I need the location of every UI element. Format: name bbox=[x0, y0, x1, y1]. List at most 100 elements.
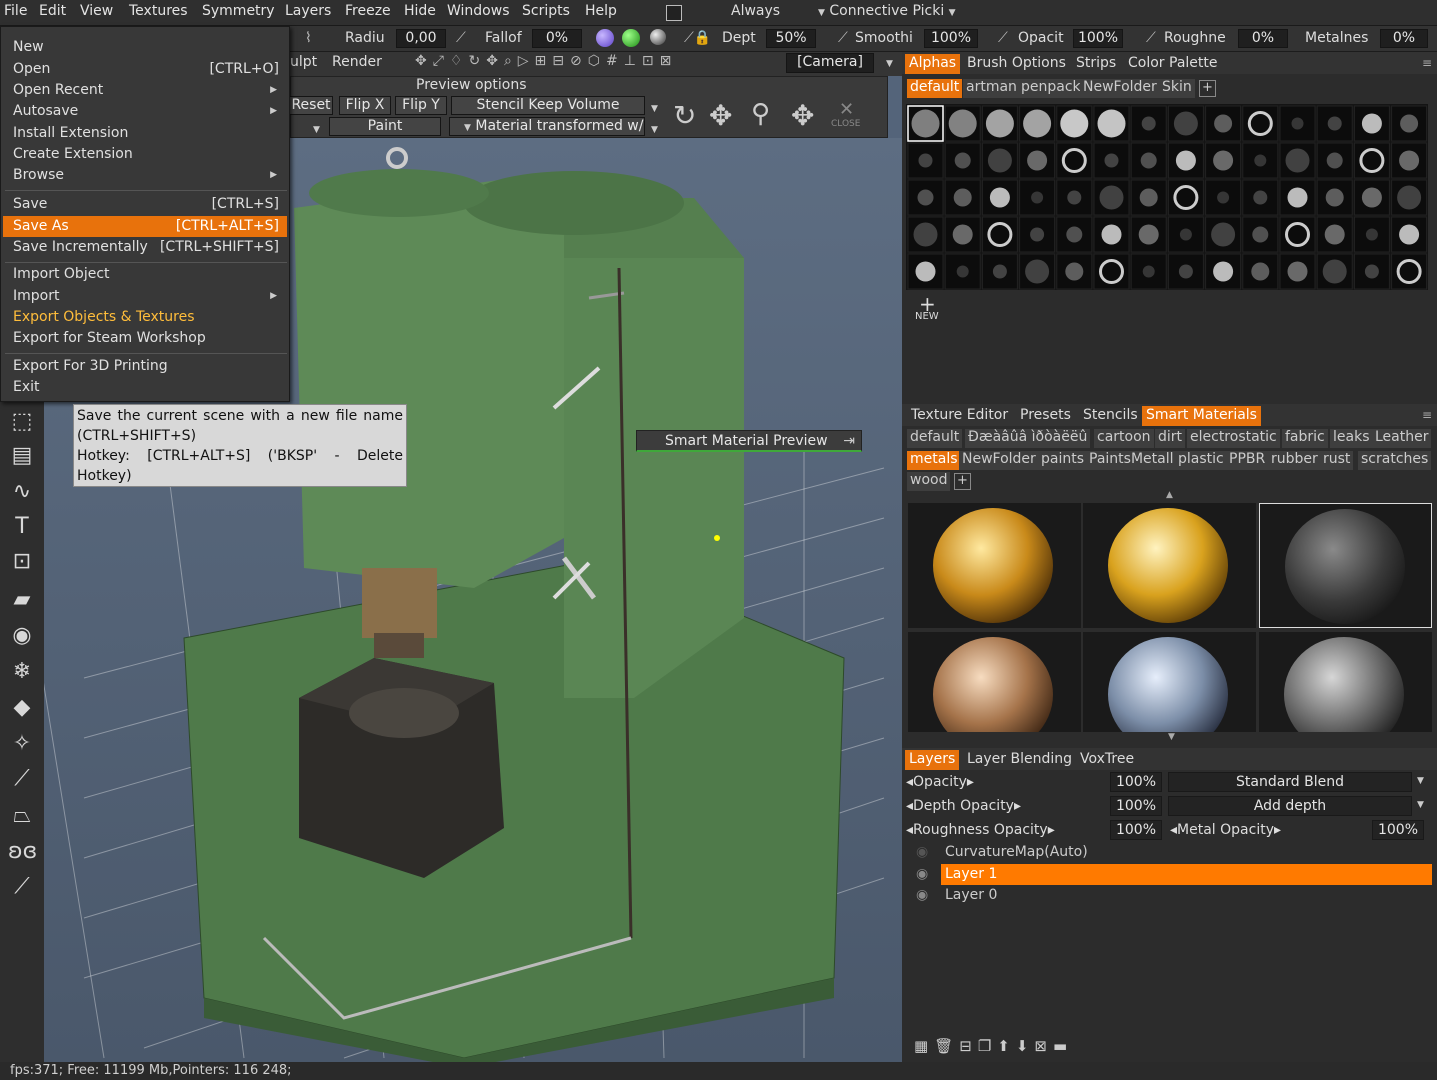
mat-folder-cartoon[interactable]: cartoon bbox=[1094, 429, 1154, 448]
move-down-icon[interactable]: ⬇ bbox=[1016, 1037, 1035, 1055]
menu-scripts[interactable]: Scripts bbox=[522, 3, 570, 19]
render-tab[interactable]: Render bbox=[332, 54, 382, 70]
gloss-sphere-icon[interactable] bbox=[650, 29, 666, 45]
delete-layer-icon[interactable]: 🗑 bbox=[934, 1037, 959, 1055]
camera-dropdown[interactable]: [Camera] bbox=[786, 53, 874, 73]
menu-item-new[interactable]: New bbox=[3, 37, 287, 58]
material-bronze[interactable] bbox=[908, 632, 1081, 732]
new-alpha-label[interactable]: NEW bbox=[915, 311, 939, 322]
connective-dropdown[interactable]: ▼ Connective Picki ▼ bbox=[818, 3, 956, 19]
close-label[interactable]: CLOSE bbox=[831, 119, 860, 129]
always-checkbox[interactable] bbox=[666, 5, 682, 21]
layer-item-layer0[interactable]: ◉ Layer 0 bbox=[906, 885, 1432, 906]
alpha-folder-newfolder[interactable]: NewFolder bbox=[1080, 79, 1160, 98]
bucket-tool-icon[interactable]: ◆ bbox=[8, 694, 36, 722]
magic-wand-icon[interactable]: ✧ bbox=[8, 730, 36, 758]
select-tool-icon[interactable]: ⬚ bbox=[8, 408, 36, 436]
layer-opacity-field[interactable]: 100% bbox=[1110, 772, 1162, 792]
menu-textures[interactable]: Textures bbox=[129, 3, 188, 19]
butterfly-tool-icon[interactable]: ʚɞ bbox=[8, 838, 37, 866]
smooth-field[interactable]: 100% bbox=[924, 29, 978, 48]
tab-presets[interactable]: Presets bbox=[1016, 406, 1075, 426]
transform-icons[interactable]: ✥⤢♢↻✥⌕▷⊞⊟⊘⬡#⊥⊡⊠ bbox=[415, 53, 677, 69]
eye-icon[interactable]: ◉ bbox=[916, 864, 928, 885]
falloff-field[interactable]: 0% bbox=[532, 29, 582, 48]
menu-symmetry[interactable]: Symmetry bbox=[202, 3, 275, 19]
scroll-up-icon[interactable]: ▲ bbox=[1166, 490, 1173, 500]
menu-item-export-steam[interactable]: Export for Steam Workshop bbox=[3, 328, 287, 349]
chevron-down-icon[interactable]: ▼ bbox=[886, 54, 893, 70]
depth-opacity-field[interactable]: 100% bbox=[1110, 796, 1162, 816]
menu-edit[interactable]: Edit bbox=[39, 3, 66, 19]
alpha-folder-penpack[interactable]: penpack bbox=[1018, 79, 1084, 98]
green-sphere-icon[interactable] bbox=[622, 29, 640, 47]
menu-help[interactable]: Help bbox=[585, 3, 617, 19]
menu-item-open[interactable]: Open [CTRL+O] bbox=[3, 59, 287, 80]
curve-tool-icon[interactable]: ∿ bbox=[8, 478, 36, 506]
pin-icon[interactable]: ⇥ bbox=[843, 431, 855, 451]
clear-layer-icon[interactable]: ⊠ bbox=[1034, 1037, 1053, 1055]
menu-item-autosave[interactable]: Autosave ▶ bbox=[3, 101, 287, 122]
mat-folder-wood[interactable]: wood bbox=[907, 472, 951, 491]
menu-icon[interactable]: ≡ bbox=[1418, 406, 1436, 426]
layer-item-curvature[interactable]: ◉ CurvatureMap(Auto) bbox=[906, 842, 1432, 863]
tab-smart-materials[interactable]: Smart Materials bbox=[1142, 406, 1261, 426]
alpha-folder-artman[interactable]: artman bbox=[963, 79, 1020, 98]
add-folder-icon[interactable]: + bbox=[1199, 80, 1216, 97]
mat-folder-leather[interactable]: Leather bbox=[1372, 429, 1432, 448]
mat-folder-dirt[interactable]: dirt bbox=[1155, 429, 1186, 448]
scroll-down-icon[interactable]: ▼ bbox=[1168, 732, 1175, 742]
alpha-folder-skin[interactable]: Skin bbox=[1159, 79, 1195, 98]
tab-alphas[interactable]: Alphas bbox=[905, 54, 961, 74]
depth-field[interactable]: 50% bbox=[766, 29, 816, 48]
menu-hide[interactable]: Hide bbox=[404, 3, 436, 19]
eye-icon[interactable]: ◉ bbox=[916, 885, 928, 906]
mat-folder-ppbr[interactable]: PPBR bbox=[1226, 451, 1269, 470]
opacity-field[interactable]: 100% bbox=[1073, 29, 1123, 48]
tab-brush-options[interactable]: Brush Options bbox=[963, 54, 1070, 74]
ruler-tool-icon[interactable]: ⟋ bbox=[8, 873, 36, 901]
mat-folder-rust[interactable]: rust bbox=[1320, 451, 1354, 470]
blend-mode-dropdown[interactable]: Standard Blend bbox=[1168, 772, 1412, 792]
stencil-dropdown[interactable]: Stencil Keep Volume bbox=[451, 96, 645, 115]
menu-freeze[interactable]: Freeze bbox=[345, 3, 391, 19]
alpha-thumbnails[interactable] bbox=[906, 104, 1428, 290]
mat-folder-paints[interactable]: paints bbox=[1038, 451, 1088, 470]
menu-view[interactable]: View bbox=[80, 3, 113, 19]
menu-file[interactable]: File bbox=[4, 3, 27, 19]
move-up-icon[interactable]: ⬆ bbox=[997, 1037, 1016, 1055]
metalness-field[interactable]: 0% bbox=[1380, 29, 1428, 48]
fill-tool-icon[interactable]: ⊡ bbox=[8, 548, 36, 576]
menu-item-import[interactable]: Import ▶ bbox=[3, 286, 287, 307]
tab-layer-blending[interactable]: Layer Blending bbox=[963, 750, 1076, 770]
material-gold-polished[interactable] bbox=[1083, 503, 1256, 628]
reset-button[interactable]: Reset bbox=[289, 96, 333, 115]
folder-icon[interactable]: ▬ bbox=[1053, 1037, 1073, 1055]
menu-item-install-extension[interactable]: Install Extension bbox=[3, 123, 287, 144]
menu-item-open-recent[interactable]: Open Recent ▶ bbox=[3, 80, 287, 101]
menu-windows[interactable]: Windows bbox=[447, 3, 510, 19]
roughness-field[interactable]: 0% bbox=[1238, 29, 1288, 48]
menu-item-import-object[interactable]: Import Object bbox=[3, 264, 287, 285]
flip-x-button[interactable]: Flip X bbox=[339, 96, 391, 115]
material-gold-rough[interactable] bbox=[908, 503, 1081, 628]
chevron-down-icon[interactable]: ▼ bbox=[651, 99, 658, 115]
menu-layers[interactable]: Layers bbox=[285, 3, 331, 19]
mat-folder-scratches[interactable]: scratches bbox=[1358, 451, 1432, 470]
radius-field[interactable]: 0,00 bbox=[396, 29, 446, 48]
material-steel-blue[interactable] bbox=[1083, 632, 1256, 732]
chevron-down-icon[interactable]: ▼ bbox=[1417, 800, 1424, 810]
add-folder-icon[interactable]: + bbox=[954, 473, 971, 490]
mat-folder-rubber[interactable]: rubber bbox=[1268, 451, 1321, 470]
mat-folder-cyrillic[interactable]: Ðæàâûâ ìðòàëëû bbox=[965, 429, 1091, 448]
chevron-down-icon[interactable]: ▼ bbox=[313, 120, 320, 136]
tab-layers[interactable]: Layers bbox=[905, 750, 960, 770]
menu-item-export-objects[interactable]: Export Objects & Textures bbox=[3, 307, 287, 328]
new-layer-icon[interactable]: ▦ bbox=[914, 1037, 934, 1055]
snowflake-tool-icon[interactable]: ❄ bbox=[8, 658, 36, 686]
mat-folder-metals[interactable]: metals bbox=[907, 451, 961, 470]
pipette-tool-icon[interactable]: ⟋ bbox=[8, 765, 36, 793]
mat-folder-fabric[interactable]: fabric bbox=[1282, 429, 1328, 448]
tab-stencils[interactable]: Stencils bbox=[1079, 406, 1142, 426]
flip-y-button[interactable]: Flip Y bbox=[395, 96, 447, 115]
